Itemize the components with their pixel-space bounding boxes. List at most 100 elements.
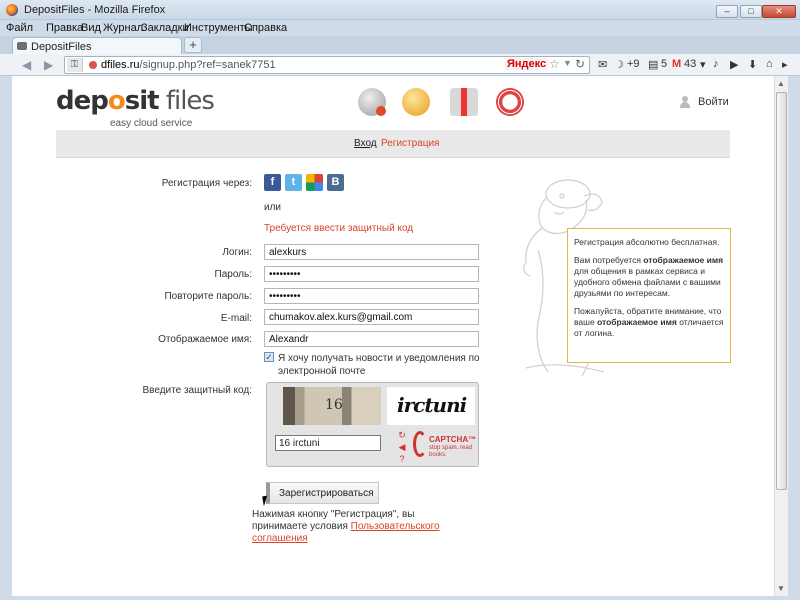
captcha-input[interactable]: 16 irctuni xyxy=(275,435,381,451)
display-name-label: Отображаемое имя: xyxy=(158,334,252,345)
twitter-icon[interactable]: t xyxy=(285,174,302,191)
close-button[interactable]: ✕ xyxy=(762,5,796,18)
menu-help[interactable]: Справка xyxy=(244,22,287,34)
url-text: dfiles.ru/signup.php?ref=sanek7751 xyxy=(101,59,276,71)
sub-navigation: Вход Регистрация xyxy=(56,130,730,158)
gold-safe-icon[interactable] xyxy=(402,88,430,116)
password-field[interactable]: ••••••••• xyxy=(264,266,479,282)
recaptcha-tagline: stop spam. read books. xyxy=(429,445,473,458)
bookmark-star-icon[interactable]: ☆ xyxy=(549,57,560,71)
tab-label: DepositFiles xyxy=(31,41,92,53)
vertical-scrollbar[interactable]: ▲ ▼ xyxy=(774,76,788,596)
navigation-bar: ◀ ▶ ⚿ dfiles.ru/signup.php?ref=sanek7751… xyxy=(0,54,800,76)
yandex-search-button[interactable]: Яндекс xyxy=(505,58,549,70)
terms-notice: Нажимая кнопку "Регистрация", вы принима… xyxy=(252,509,467,545)
upload-globe-icon[interactable] xyxy=(358,88,386,116)
menu-more-icon[interactable]: ▸ xyxy=(782,58,788,71)
search-engine-box: Яндекс ☆ ▼ ↻ xyxy=(505,57,589,72)
password-label: Пароль: xyxy=(214,269,252,280)
new-tab-button[interactable]: + xyxy=(184,37,202,53)
music-icon[interactable]: ♪ xyxy=(713,58,719,70)
scroll-up-icon[interactable]: ▲ xyxy=(777,79,785,88)
captcha-photo-number: 16 xyxy=(325,397,343,413)
captcha-label: Введите защитный код: xyxy=(142,385,253,396)
tab-bar: DepositFiles + xyxy=(0,36,800,54)
depositfiles-logo[interactable]: deposit files easy cloud service xyxy=(56,86,215,129)
maximize-button[interactable]: □ xyxy=(740,5,762,18)
display-name-field[interactable]: Alexandr xyxy=(264,331,479,347)
menu-view[interactable]: Вид xyxy=(81,22,101,34)
minimize-button[interactable]: – xyxy=(716,5,738,18)
user-icon xyxy=(680,96,690,108)
captcha-required-message: Требуется ввести защитный код xyxy=(264,223,414,234)
login-link[interactable]: Войти xyxy=(698,96,729,108)
email-field[interactable]: chumakov.alex.kurs@gmail.com xyxy=(264,309,479,325)
vkontakte-icon[interactable]: B xyxy=(327,174,344,191)
support-lifebuoy-icon[interactable] xyxy=(496,88,524,116)
weather-icon[interactable]: ☽ xyxy=(614,58,624,71)
captcha-help-icon[interactable]: ? xyxy=(397,455,407,464)
repeat-password-label: Повторите пароль: xyxy=(164,291,252,302)
newsletter-checkbox[interactable]: ✓ xyxy=(264,352,274,362)
key-icon[interactable]: ⚿ xyxy=(67,58,83,72)
menu-history[interactable]: Журнал xyxy=(103,22,143,34)
newsletter-label[interactable]: Я хочу получать новости и уведомления по… xyxy=(278,352,483,378)
firefox-icon xyxy=(6,4,18,16)
gmail-icon[interactable]: M xyxy=(672,58,681,70)
address-bar[interactable]: ⚿ dfiles.ru/signup.php?ref=sanek7751 Янд… xyxy=(64,56,590,74)
forward-button[interactable]: ▶ xyxy=(44,58,53,72)
subnav-register-link[interactable]: Регистрация xyxy=(381,138,439,149)
menu-tools[interactable]: Инструменты xyxy=(184,22,253,34)
register-via-label: Регистрация через: xyxy=(161,178,252,189)
facebook-icon[interactable]: f xyxy=(264,174,281,191)
title-bar: DepositFiles - Mozilla Firefox – □ ✕ xyxy=(0,0,800,20)
email-label: E-mail: xyxy=(220,313,252,324)
login-label: Логин: xyxy=(222,247,252,258)
logo-tagline: easy cloud service xyxy=(110,118,193,129)
window-title: DepositFiles - Mozilla Firefox xyxy=(24,4,166,16)
info-note: Пожалуйста, обратите внимание, что ваше … xyxy=(574,306,724,338)
login-field[interactable]: alexkurs xyxy=(264,244,479,260)
site-identity-icon xyxy=(89,61,97,69)
notes-icon[interactable]: ▤ xyxy=(648,58,658,71)
audio-captcha-icon[interactable]: ◀ xyxy=(397,443,407,452)
play-icon[interactable]: ▶ xyxy=(730,58,738,71)
window-bottom-border xyxy=(0,596,800,600)
menu-edit[interactable]: Правка xyxy=(46,22,83,34)
menu-bar: Файл Правка Вид Журнал Закладки Инструме… xyxy=(0,20,800,36)
refresh-captcha-icon[interactable]: ↻ xyxy=(397,431,407,440)
gift-box-icon[interactable] xyxy=(450,88,478,116)
page-viewport: deposit files easy cloud service Войти В… xyxy=(12,76,774,596)
site-favicon-icon xyxy=(17,42,27,50)
menu-file[interactable]: Файл xyxy=(6,22,33,34)
captcha-word-image: irctuni xyxy=(387,387,475,425)
google-icon[interactable] xyxy=(306,174,323,191)
tab-depositfiles[interactable]: DepositFiles xyxy=(12,37,182,54)
recaptcha-logo-icon xyxy=(413,431,427,457)
url-domain: dfiles.ru xyxy=(101,59,140,71)
scrollbar-thumb[interactable] xyxy=(776,92,787,490)
gmail-count: 43 xyxy=(684,58,697,70)
menu-bookmarks[interactable]: Закладки xyxy=(141,22,189,34)
info-display-name: Вам потребуется отображаемое имя для общ… xyxy=(574,255,724,298)
repeat-password-field[interactable]: ••••••••• xyxy=(264,288,479,304)
scroll-down-icon[interactable]: ▼ xyxy=(777,584,785,593)
download-icon[interactable]: ⬇ xyxy=(748,58,757,71)
url-path: /signup.php?ref=sanek7751 xyxy=(139,59,276,71)
window-right-border xyxy=(788,76,800,600)
reload-icon[interactable]: ↻ xyxy=(575,57,585,71)
logo-text: deposit files xyxy=(56,86,215,116)
or-separator: или xyxy=(264,202,282,213)
mail-icon[interactable]: ✉ xyxy=(598,58,607,71)
weather-value: +9 xyxy=(627,58,640,70)
addon-dropdown-icon[interactable]: ▾ xyxy=(700,58,706,71)
subnav-login-link[interactable]: Вход xyxy=(354,138,377,149)
captcha-word: irctuni xyxy=(397,393,467,417)
home-icon[interactable]: ⌂ xyxy=(766,58,773,70)
register-button[interactable]: Зарегистрироваться xyxy=(266,482,379,504)
info-panel: Регистрация абсолютно бесплатная. Вам по… xyxy=(567,228,731,363)
mail-count: 5 xyxy=(661,58,668,70)
url-dropdown-icon[interactable]: ▼ xyxy=(563,58,572,68)
recaptcha-brand: CAPTCHA™ xyxy=(429,435,477,444)
back-button[interactable]: ◀ xyxy=(22,58,31,72)
